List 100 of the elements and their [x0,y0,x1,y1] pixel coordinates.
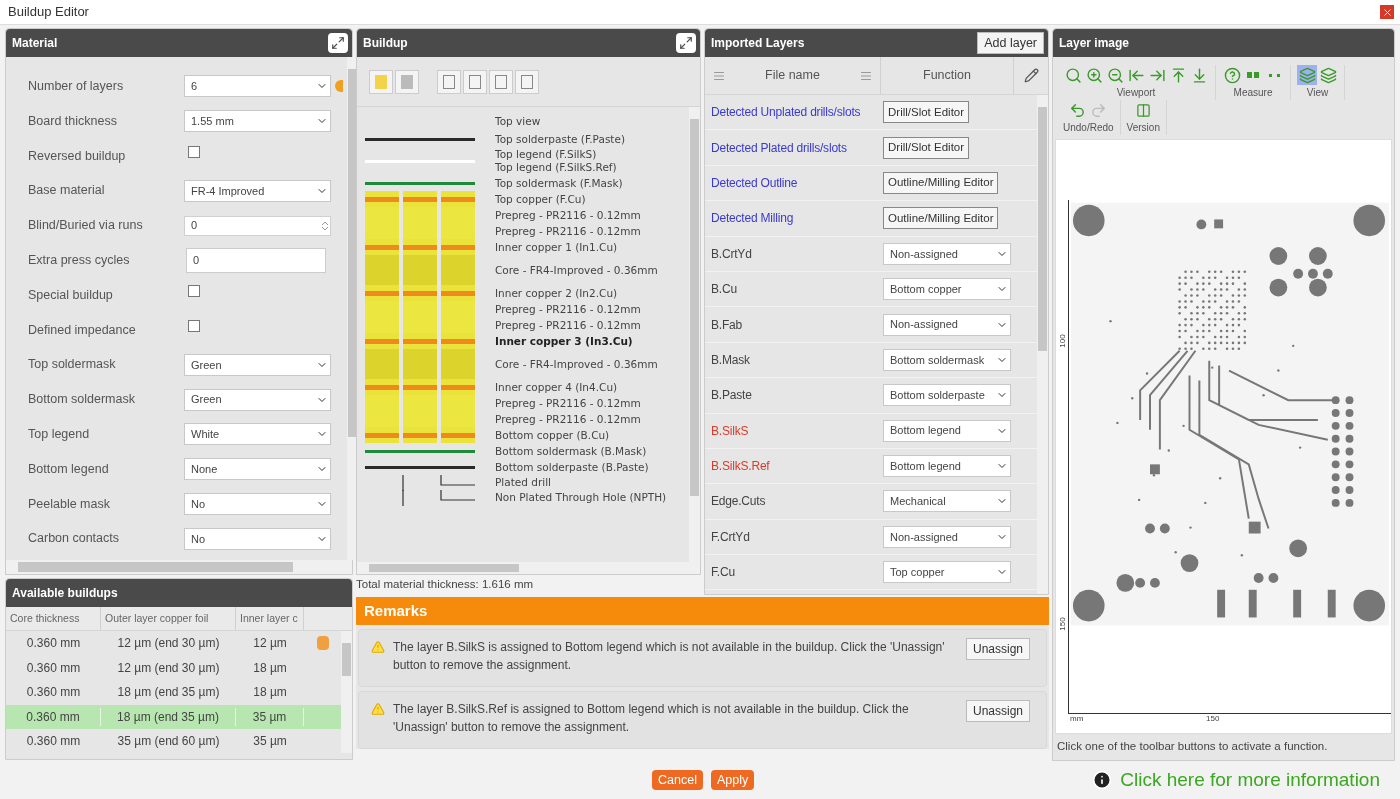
delete-layer-icon[interactable] [395,69,419,94]
sort-icon[interactable] [860,69,872,82]
layer-label[interactable]: Prepreg - PR2116 - 0.12mm [495,208,641,222]
column-header[interactable]: File name [705,57,881,94]
maximize-icon[interactable] [328,33,348,53]
layer-label[interactable]: Top legend (F.SilkS.Ref) [495,161,617,174]
editor-button[interactable]: Outline/Milling Editor [883,171,999,194]
scrollbar[interactable] [689,107,700,562]
zoom-out-icon[interactable] [1105,65,1125,85]
layer-label[interactable]: Top copper (F.Cu) [495,192,586,206]
layer-label[interactable]: Prepreg - PR2116 - 0.12mm [495,318,641,332]
layer-label[interactable]: Inner copper 4 (In4.Cu) [495,380,618,394]
stack-up-icon[interactable] [489,69,513,94]
column-header[interactable]: Core thickness [6,607,101,630]
field-label: Special buildup [28,286,114,304]
layer-label[interactable]: Top solderpaste (F.Paste) [495,132,626,146]
dropdown[interactable]: Non-assigned [883,525,1011,548]
dropdown[interactable]: Bottom legend [883,419,1011,442]
horizontal-scrollbar[interactable] [6,560,352,574]
dropdown[interactable]: Green [184,388,331,411]
field-label: Carbon contacts [28,530,121,548]
layer-label[interactable]: Prepreg - PR2116 - 0.12mm [495,224,641,238]
unassign-button[interactable]: Unassign [965,700,1030,722]
dropdown[interactable]: 6 [184,75,331,98]
editor-button[interactable]: Outline/Milling Editor [883,207,999,230]
sort-icon[interactable] [713,69,725,82]
column-header[interactable]: Outer layer copper foil [101,607,236,630]
layer-label[interactable]: Prepreg - PR2116 - 0.12mm [495,396,641,410]
dropdown[interactable]: Green [184,353,331,376]
dropdown[interactable]: None [184,458,331,481]
add-layer-icon[interactable] [369,69,393,94]
table-cell-text: 0.360 mm [25,733,82,751]
add-layer-button[interactable]: Add layer [977,32,1044,54]
stack-down-icon[interactable] [515,69,539,94]
zoom-fit-icon[interactable] [1063,65,1083,85]
layer-link[interactable]: Detected Milling [705,209,883,228]
layer-label[interactable]: Non Plated Through Hole (NPTH) [495,491,667,504]
layer-label[interactable]: Top soldermask (F.Mask) [495,176,623,190]
editor-button[interactable]: Drill/Slot Editor [883,101,970,124]
dropdown[interactable]: No [184,492,331,515]
layer-label[interactable]: Top view [495,114,541,128]
checkbox[interactable] [188,319,200,332]
layer-label[interactable]: Core - FR4-Improved - 0.36mm [495,357,658,371]
dropdown[interactable]: FR-4 Improved [184,179,331,202]
dropdown[interactable]: No [184,527,331,550]
layer-label[interactable]: Top legend (F.SilkS) [495,148,617,161]
dropdown[interactable]: Non-assigned [883,242,1011,265]
layer-link[interactable]: Detected Outline [705,173,883,192]
move-up-icon[interactable] [437,69,461,94]
help-icon[interactable] [1222,65,1242,85]
layer-label[interactable]: Inner copper 1 (In1.Cu) [495,240,618,254]
layer-label[interactable]: Prepreg - PR2116 - 0.12mm [495,412,641,426]
dropdown[interactable]: Mechanical [883,490,1011,513]
layers-icon[interactable] [1297,65,1317,85]
layer-label[interactable]: Plated drill [495,476,551,489]
number-field[interactable]: 0 [184,215,331,236]
scrollbar[interactable] [1037,95,1048,594]
dropdown[interactable]: Top copper [883,561,1011,584]
field-label: Board thickness [28,112,118,130]
table-cell-text: 0.360 mm [25,659,82,677]
zoom-in-icon[interactable] [1084,65,1104,85]
layer-label[interactable]: Bottom copper (B.Cu) [495,428,610,442]
column-header[interactable]: Inner layer c [236,607,304,630]
dropdown[interactable]: Bottom copper [883,278,1011,301]
table-row[interactable]: 0.360 mm 18 µm (end 35 µm) 18 µm [6,680,341,705]
dropdown[interactable]: Bottom soldermask [883,348,1011,371]
move-down-icon[interactable] [463,69,487,94]
table-cell-text: 0.360 mm [25,635,82,653]
layer-link[interactable]: Detected Plated drills/slots [705,138,883,157]
edit-icon[interactable] [1023,68,1039,83]
remark-text: The layer B.SilkS is assigned to Bottom legend which is not available in the buildup. Click the 'Unassign' button to remove the assignment. [393,639,946,674]
layer-label[interactable]: Core - FR4-Improved - 0.36mm [495,263,658,277]
dropdown[interactable]: Non-assigned [883,313,1011,336]
layer-label[interactable]: Prepreg - PR2116 - 0.12mm [495,302,641,316]
unassign-button[interactable]: Unassign [965,638,1030,660]
editor-button[interactable]: Drill/Slot Editor [883,136,970,159]
table-row[interactable]: 0.360 mm 35 µm (end 60 µm) 35 µm [6,729,341,754]
layer-label[interactable]: Bottom soldermask (B.Mask) [495,444,647,458]
checkbox[interactable] [188,285,200,298]
layers-icon[interactable] [1318,65,1338,85]
checkbox[interactable] [188,146,200,158]
horizontal-scrollbar[interactable] [357,562,700,574]
text-field[interactable]: 0 [186,247,326,273]
layer-label[interactable]: Inner copper 3 (In3.Cu) [495,334,633,348]
table-row[interactable]: 0.360 mm 18 µm (end 35 µm) 35 µm [6,704,341,729]
layer-name: F.Cu [710,564,736,582]
maximize-icon[interactable] [676,33,696,53]
table-row[interactable]: 0.360 mm 12 µm (end 30 µm) 12 µm [6,631,341,656]
dropdown[interactable]: 1.55 mm [184,110,331,133]
scrollbar[interactable] [341,631,352,753]
dropdown[interactable]: Bottom legend [883,455,1011,478]
layer-link[interactable]: Detected Unplated drills/slots [705,103,883,122]
close-icon[interactable] [1380,5,1394,19]
table-row[interactable]: 0.360 mm 12 µm (end 30 µm) 18 µm [6,655,341,680]
layer-label[interactable]: Bottom solderpaste (B.Paste) [495,460,649,474]
table-cell-text: 35 µm (end 60 µm) [116,733,221,751]
dropdown[interactable]: White [184,423,331,446]
column-header[interactable]: Function [881,57,1014,94]
layer-label[interactable]: Inner copper 2 (In2.Cu) [495,286,618,300]
dropdown[interactable]: Bottom solderpaste [883,384,1011,407]
